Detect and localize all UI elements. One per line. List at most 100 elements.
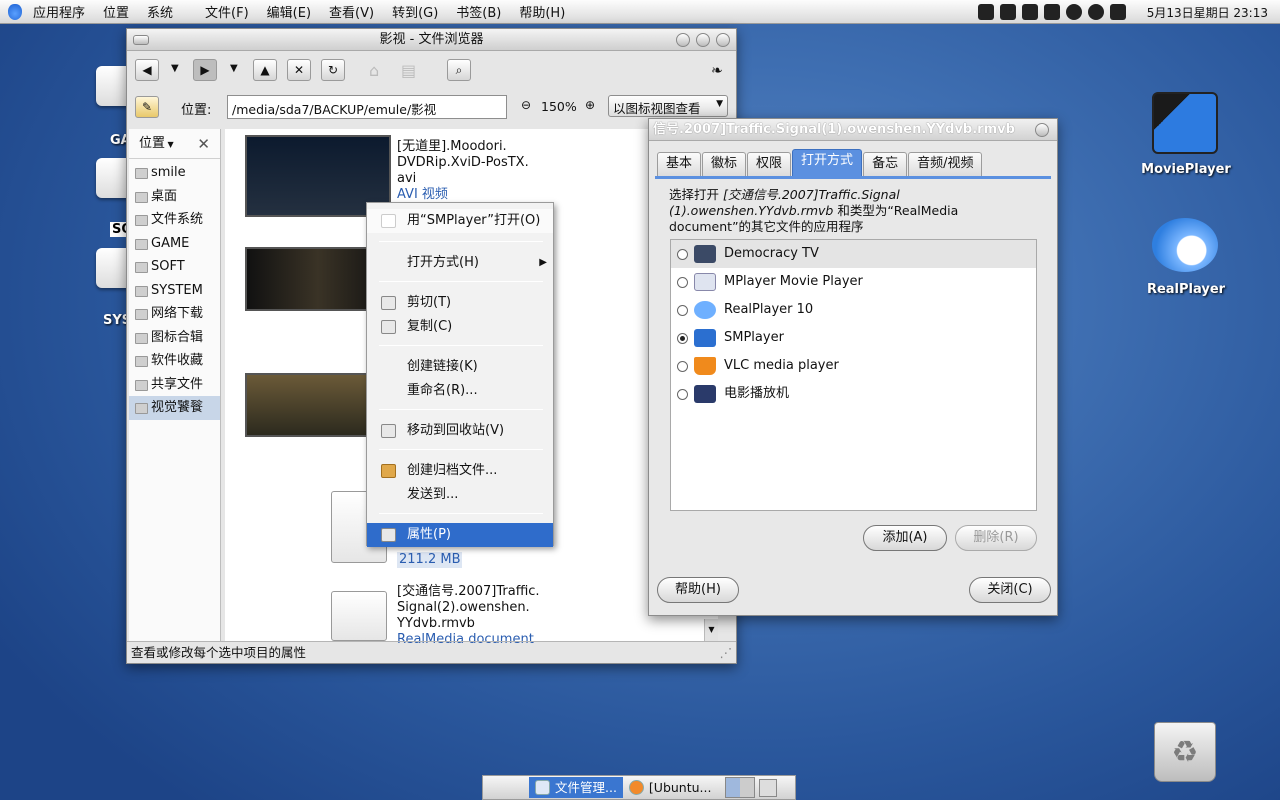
stop-button[interactable]: ✕ [287, 59, 311, 81]
resize-grip-icon[interactable]: ⋰ [720, 642, 733, 664]
close-sidebar-icon[interactable]: ✕ [197, 129, 210, 159]
user-icon[interactable] [999, 4, 1016, 20]
menu-help[interactable]: 帮助(H) [510, 2, 574, 21]
window-menu-button[interactable] [133, 35, 149, 45]
menu-properties[interactable]: 属性(P) [367, 523, 553, 547]
menu-file[interactable]: 文件(F) [196, 2, 258, 21]
tab-audio-video[interactable]: 音频/视频 [908, 152, 983, 176]
workspace-switcher[interactable] [725, 777, 756, 798]
app-row-realplayer[interactable]: RealPlayer 10 [671, 296, 1036, 324]
zoom-in-icon[interactable]: ⊕ [585, 98, 595, 112]
sidebar-item-software[interactable]: 软件收藏 [129, 349, 220, 373]
help-button[interactable]: 帮助(H) [657, 577, 739, 603]
sidebar-item-icons[interactable]: 图标合辑 [129, 326, 220, 350]
search-button[interactable]: ⌕ [447, 59, 471, 81]
dialog-close-button[interactable] [1035, 123, 1049, 137]
app-row-mplayer[interactable]: MPlayer Movie Player [671, 268, 1036, 296]
home-icon[interactable]: ⌂ [369, 61, 389, 80]
app-radio[interactable] [677, 249, 688, 260]
vlc-file-icon[interactable] [331, 591, 387, 641]
tab-emblems[interactable]: 徽标 [702, 152, 747, 176]
globe-icon[interactable] [1087, 4, 1104, 20]
desktop-label-movieplayer[interactable]: MoviePlayer [1136, 162, 1236, 177]
zoom-out-icon[interactable]: ⊖ [521, 98, 531, 112]
menu-edit[interactable]: 编辑(E) [258, 2, 320, 21]
sidebar-item-desktop[interactable]: 桌面 [129, 185, 220, 209]
computer-icon[interactable]: ▤ [401, 61, 421, 80]
menu-places[interactable]: 位置 [94, 2, 138, 21]
sidebar-item-smile[interactable]: smile [129, 161, 220, 185]
desktop-label-realplayer[interactable]: RealPlayer [1136, 282, 1236, 297]
realplayer-icon[interactable] [1152, 218, 1218, 272]
file-item[interactable]: [无道里].Moodori. DVDRip.XviD-PosTX. avi AV… [397, 139, 529, 203]
menu-cut[interactable]: 剪切(T) [367, 291, 553, 315]
remove-button[interactable]: 删除(R) [955, 525, 1037, 551]
edit-location-button[interactable]: ✎ [135, 96, 159, 118]
monitor-icon[interactable] [1043, 4, 1060, 20]
sidebar-item-game[interactable]: GAME [129, 232, 220, 256]
sidebar-item-soft[interactable]: SOFT [129, 255, 220, 279]
zoom-level[interactable]: 150% [541, 99, 577, 114]
view-mode-select[interactable]: 以图标视图查看 ▼ [608, 95, 728, 117]
movieplayer-icon[interactable] [1152, 92, 1218, 154]
reload-button[interactable]: ↻ [321, 59, 345, 81]
sidebar-item-system[interactable]: SYSTEM [129, 279, 220, 303]
close-button[interactable]: 关闭(C) [969, 577, 1051, 603]
tab-notes[interactable]: 备忘 [863, 152, 908, 176]
menu-open-with-smplayer[interactable]: 用“SMPlayer”打开(O) [367, 209, 553, 233]
app-row-smplayer[interactable]: SMPlayer [671, 324, 1036, 352]
app-radio[interactable] [677, 305, 688, 316]
tab-open-with[interactable]: 打开方式 [792, 149, 863, 176]
menu-applications[interactable]: 应用程序 [24, 2, 94, 21]
maximize-button[interactable] [696, 33, 710, 47]
menu-open-with[interactable]: 打开方式(H) ▶ [367, 251, 553, 275]
taskbar-item-file-manager[interactable]: 文件管理... [529, 777, 623, 798]
menu-bookmarks[interactable]: 书签(B) [447, 2, 510, 21]
window-titlebar[interactable]: 影视 - 文件浏览器 [127, 29, 736, 51]
menu-rename[interactable]: 重命名(R)... [367, 379, 553, 403]
menu-send-to[interactable]: 发送到... [367, 483, 553, 507]
app-row-vlc[interactable]: VLC media player [671, 352, 1036, 380]
menu-go[interactable]: 转到(G) [383, 2, 447, 21]
taskbar-item-ubuntu[interactable]: [Ubuntu... [623, 777, 718, 798]
forward-button[interactable]: ▶ [193, 59, 217, 81]
menu-view[interactable]: 查看(V) [320, 2, 383, 21]
menu-system[interactable]: 系统 [138, 2, 182, 21]
menu-move-to-trash[interactable]: 移动到回收站(V) [367, 419, 553, 443]
clock[interactable]: 5月13日星期日 23:13 [1147, 4, 1268, 21]
app-row-totem[interactable]: 电影播放机 [671, 380, 1036, 408]
minimize-button[interactable] [676, 33, 690, 47]
sidebar-item-shared[interactable]: 共享文件 [129, 373, 220, 397]
sidebar-item-visual[interactable]: 视觉饕餮 [129, 396, 220, 420]
trash-icon[interactable]: ♻ [1154, 722, 1216, 782]
app-radio[interactable] [677, 277, 688, 288]
tab-permissions[interactable]: 权限 [747, 152, 792, 176]
up-button[interactable]: ▲ [253, 59, 277, 81]
menu-copy[interactable]: 复制(C) [367, 315, 553, 339]
media-play-icon[interactable] [1065, 4, 1082, 20]
mail-icon[interactable] [977, 4, 994, 20]
close-button[interactable] [716, 33, 730, 47]
sidebar-header[interactable]: 位置 ▼ ✕ [129, 129, 220, 159]
scrollbar[interactable]: ▼ [704, 619, 718, 641]
network-icon[interactable] [1021, 4, 1038, 20]
dialog-titlebar[interactable]: 信号.2007]Traffic.Signal(1).owenshen.YYdvb… [649, 119, 1057, 141]
app-radio[interactable] [677, 389, 688, 400]
forward-dropdown-icon[interactable]: ▼ [230, 63, 238, 74]
power-icon[interactable] [1109, 4, 1126, 20]
apple-logo-icon[interactable] [8, 3, 22, 20]
back-button[interactable]: ◀ [135, 59, 159, 81]
app-row-democracy[interactable]: Democracy TV [671, 240, 1036, 268]
app-radio-selected[interactable] [677, 333, 688, 344]
tab-basic[interactable]: 基本 [657, 152, 702, 176]
sidebar-item-downloads[interactable]: 网络下载 [129, 302, 220, 326]
show-desktop-button[interactable] [483, 777, 529, 798]
location-input[interactable]: /media/sda7/BACKUP/emule/影视 [227, 95, 507, 119]
trash-applet-icon[interactable] [759, 778, 778, 797]
sidebar-item-filesystem[interactable]: 文件系统 [129, 208, 220, 232]
menu-make-link[interactable]: 创建链接(K) [367, 355, 553, 379]
menu-create-archive[interactable]: 创建归档文件... [367, 459, 553, 483]
file-item[interactable]: [交通信号.2007]Traffic. Signal(2).owenshen. … [397, 584, 540, 648]
back-dropdown-icon[interactable]: ▼ [171, 63, 179, 74]
add-button[interactable]: 添加(A) [863, 525, 947, 551]
